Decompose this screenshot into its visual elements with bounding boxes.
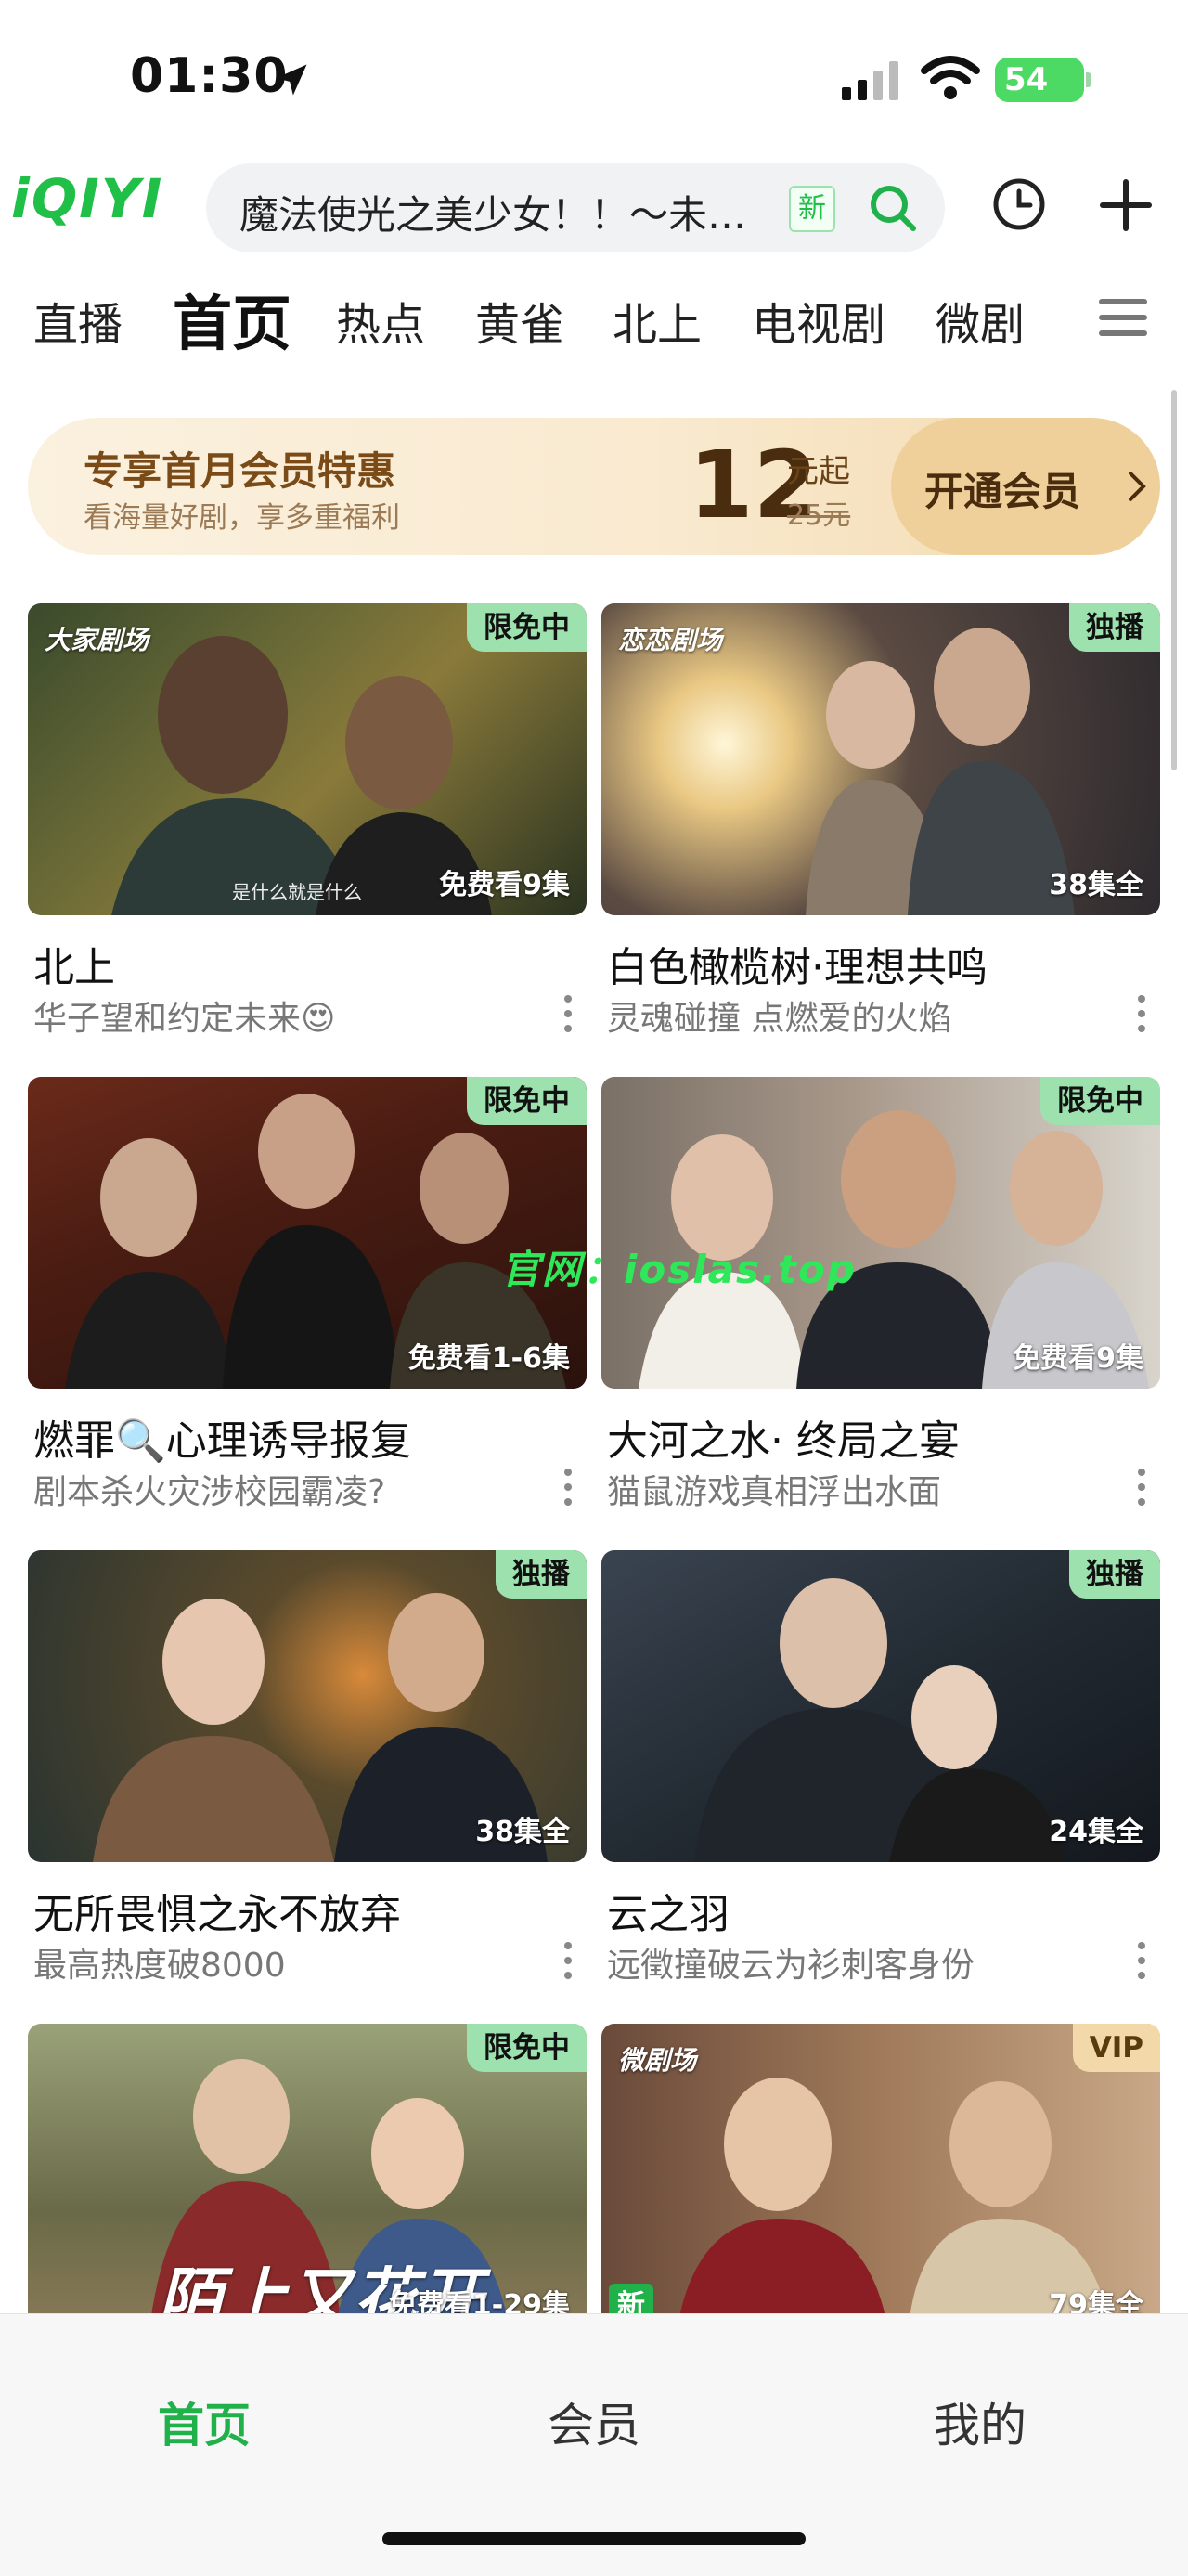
wifi-icon — [921, 56, 980, 99]
video-thumbnail[interactable]: 限免中 免费看1-6集 — [28, 1077, 587, 1389]
video-title[interactable]: 云之羽 — [607, 1881, 730, 1940]
promo-title: 专享首月会员特惠 — [84, 448, 396, 494]
video-title[interactable]: 无所畏惧之永不放弃 — [33, 1881, 401, 1940]
video-title[interactable]: 大河之水· 终局之宴 — [607, 1407, 960, 1467]
site-watermark: 官网：ioslas.top — [501, 1247, 857, 1292]
logo-text: iQIYI — [11, 167, 164, 230]
channel-menu-icon[interactable] — [1099, 295, 1147, 340]
status-time: 01:30 — [130, 48, 289, 104]
search-bar[interactable]: 魔法使光之美少女！！～未… 新 — [206, 163, 945, 252]
status-badge: 独播 — [1069, 1550, 1160, 1599]
promo-subtitle: 看海量好剧，享多重福利 — [84, 501, 400, 535]
promo-price-unit: 元起 — [787, 453, 850, 490]
battery-level: 54 — [1004, 61, 1049, 98]
scrollbar[interactable] — [1171, 390, 1177, 770]
vip-promo-banner[interactable]: 专享首月会员特惠 看海量好剧，享多重福利 12 元起 25元 开通会员 — [28, 418, 1160, 555]
video-card[interactable]: 独播 38集全 无所畏惧之永不放弃 最高热度破8000 — [28, 1550, 587, 1996]
search-icon[interactable] — [867, 182, 919, 234]
tab-home[interactable]: 首页 — [173, 277, 291, 362]
episode-count: 24集全 — [1049, 1816, 1143, 1848]
video-title[interactable]: 白色橄榄树·理想共鸣 — [607, 934, 988, 993]
video-card[interactable]: 限免中 免费看9集 大河之水· 终局之宴 猫鼠游戏真相浮出水面 — [601, 1077, 1160, 1522]
tab-hot[interactable]: 热点 — [336, 288, 425, 353]
episode-count: 免费看1-6集 — [407, 1342, 570, 1375]
video-thumbnail[interactable]: 限免中 免费看9集 — [601, 1077, 1160, 1389]
status-bar: 01:30 54 — [0, 0, 1188, 158]
episode-count: 38集全 — [475, 1816, 570, 1848]
video-thumbnail[interactable]: 独播 38集全 — [28, 1550, 587, 1862]
episode-count: 38集全 — [1049, 869, 1143, 901]
video-description: 灵魂碰撞 点燃爱的火焰 — [607, 1000, 952, 1038]
video-title[interactable]: 北上 — [33, 934, 115, 993]
more-options-icon[interactable] — [561, 993, 575, 1034]
more-options-icon[interactable] — [561, 1940, 575, 1981]
video-description: 剧本杀火灾涉校园霸凌? — [33, 1473, 386, 1511]
open-membership-label: 开通会员 — [924, 469, 1081, 514]
more-options-icon[interactable] — [1134, 993, 1149, 1034]
status-badge: 限免中 — [467, 1077, 587, 1125]
video-description: 华子望和约定未来😍 — [33, 1000, 336, 1038]
open-membership-button[interactable]: 开通会员 — [891, 418, 1160, 555]
status-badge: 独播 — [496, 1550, 587, 1599]
video-card[interactable]: 限免中 免费看1-6集 燃罪🔍心理诱导报复 剧本杀火灾涉校园霸凌? — [28, 1077, 587, 1522]
more-options-icon[interactable] — [561, 1467, 575, 1508]
channel-watermark: 恋恋剧场 — [618, 625, 723, 655]
tab-tv-series[interactable]: 电视剧 — [752, 288, 885, 353]
video-thumbnail[interactable]: 大家剧场 是什么就是什么 限免中 免费看9集 — [28, 603, 587, 915]
chevron-right-icon — [1129, 472, 1146, 501]
status-badge: 限免中 — [467, 603, 587, 652]
video-thumbnail[interactable]: 独播 24集全 — [601, 1550, 1160, 1862]
more-options-icon[interactable] — [1134, 1467, 1149, 1508]
battery-indicator: 54 — [995, 58, 1091, 102]
video-thumbnail[interactable]: 恋恋剧场 独播 38集全 — [601, 603, 1160, 915]
plus-icon[interactable] — [1097, 176, 1155, 234]
history-clock-icon[interactable] — [991, 176, 1047, 232]
home-indicator[interactable] — [382, 2532, 806, 2545]
tab-huangque[interactable]: 黄雀 — [475, 288, 564, 353]
iqiyi-logo[interactable]: iQIYI — [11, 167, 197, 241]
channel-watermark: 微剧场 — [618, 2045, 697, 2076]
channel-watermark: 大家剧场 — [45, 625, 149, 655]
search-new-tag: 新 — [789, 186, 835, 232]
nav-home[interactable]: 首页 — [158, 2388, 251, 2455]
channel-tabs: 直播 首页 热点 黄雀 北上 电视剧 微剧 — [0, 269, 1188, 362]
video-caption: 是什么就是什么 — [232, 881, 362, 903]
video-card[interactable]: 大家剧场 是什么就是什么 限免中 免费看9集 北上 华子望和约定未来😍 — [28, 603, 587, 1049]
video-description: 猫鼠游戏真相浮出水面 — [607, 1473, 942, 1511]
nav-mine[interactable]: 我的 — [934, 2388, 1027, 2455]
search-suggestion-text: 魔法使光之美少女！！～未… — [239, 192, 747, 238]
tab-micro-drama[interactable]: 微剧 — [936, 288, 1025, 353]
status-badge: 限免中 — [1040, 1077, 1160, 1125]
episode-count: 免费看9集 — [1013, 1342, 1143, 1375]
tab-beishang[interactable]: 北上 — [613, 288, 702, 353]
video-thumbnail[interactable]: 微剧场 VIP 新 79集全 — [601, 2024, 1160, 2336]
video-card[interactable]: 独播 24集全 云之羽 远徵撞破云为衫刺客身份 — [601, 1550, 1160, 1996]
status-badge: 限免中 — [467, 2024, 587, 2072]
promo-original-price: 25元 — [787, 499, 851, 532]
video-description: 最高热度破8000 — [33, 1947, 286, 1985]
cellular-signal-icon — [842, 61, 898, 100]
episode-count: 免费看9集 — [439, 869, 570, 901]
vip-badge: VIP — [1072, 2024, 1160, 2072]
more-options-icon[interactable] — [1134, 1940, 1149, 1981]
status-badge: 独播 — [1069, 603, 1160, 652]
tab-live[interactable]: 直播 — [33, 288, 123, 353]
nav-vip[interactable]: 会员 — [548, 2388, 640, 2455]
video-title[interactable]: 燃罪🔍心理诱导报复 — [33, 1407, 411, 1467]
location-arrow-icon — [276, 64, 307, 96]
video-description: 远徵撞破云为衫刺客身份 — [607, 1947, 975, 1985]
video-thumbnail[interactable]: 陌上又花开 限免中 免费看1-29集 — [28, 2024, 587, 2336]
video-card[interactable]: 微剧场 VIP 新 79集全 — [601, 2024, 1160, 2336]
video-card[interactable]: 恋恋剧场 独播 38集全 白色橄榄树·理想共鸣 灵魂碰撞 点燃爱的火焰 — [601, 603, 1160, 1049]
video-card[interactable]: 陌上又花开 限免中 免费看1-29集 — [28, 2024, 587, 2336]
